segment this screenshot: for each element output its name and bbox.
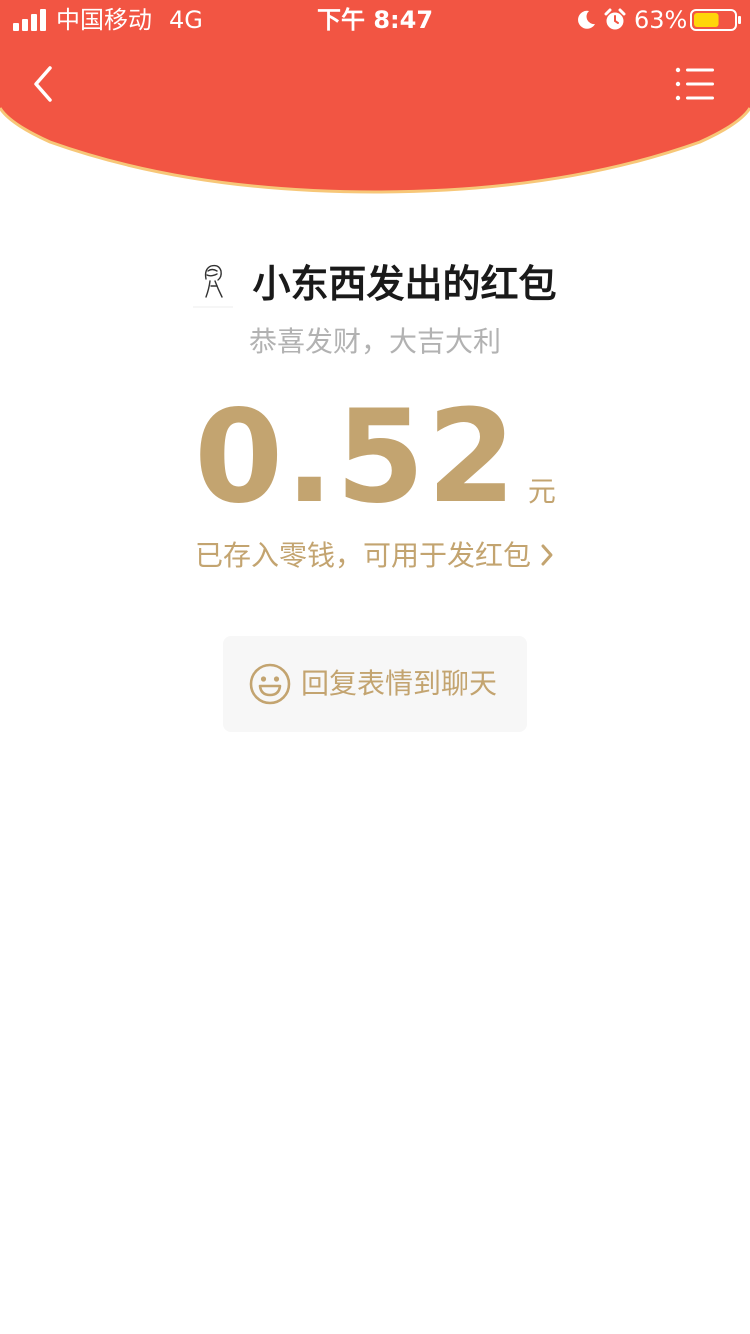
reply-sticker-label: 回复表情到聊天: [301, 667, 498, 700]
amount-value: 0.52: [194, 383, 518, 532]
menu-button[interactable]: [668, 62, 720, 106]
greeting-text: 恭喜发财，大吉大利: [248, 325, 501, 358]
amount-row: 0.52 元: [0, 388, 750, 528]
smile-icon: [249, 663, 291, 705]
currency-unit: 元: [527, 475, 556, 508]
sender-row: 小东西发出的红包: [0, 256, 750, 312]
sender-title: 小东西发出的红包: [252, 262, 557, 306]
back-button[interactable]: [20, 58, 68, 110]
battery-icon: [690, 9, 741, 31]
list-menu-icon: [675, 67, 714, 101]
battery-percent: 63%: [634, 6, 688, 34]
chevron-left-icon: [34, 66, 52, 102]
avatar[interactable]: [193, 259, 234, 309]
status-bar: 中国移动 4G 下午 8:47 63%: [0, 0, 750, 40]
stored-to-wallet-link[interactable]: 已存入零钱，可用于发红包: [0, 534, 750, 578]
stored-to-wallet-label: 已存入零钱，可用于发红包: [194, 539, 531, 572]
alarm-icon: [604, 8, 626, 30]
reply-sticker-button[interactable]: 回复表情到聊天: [223, 636, 527, 732]
moon-icon: [578, 10, 595, 29]
chevron-right-icon: [541, 544, 553, 566]
